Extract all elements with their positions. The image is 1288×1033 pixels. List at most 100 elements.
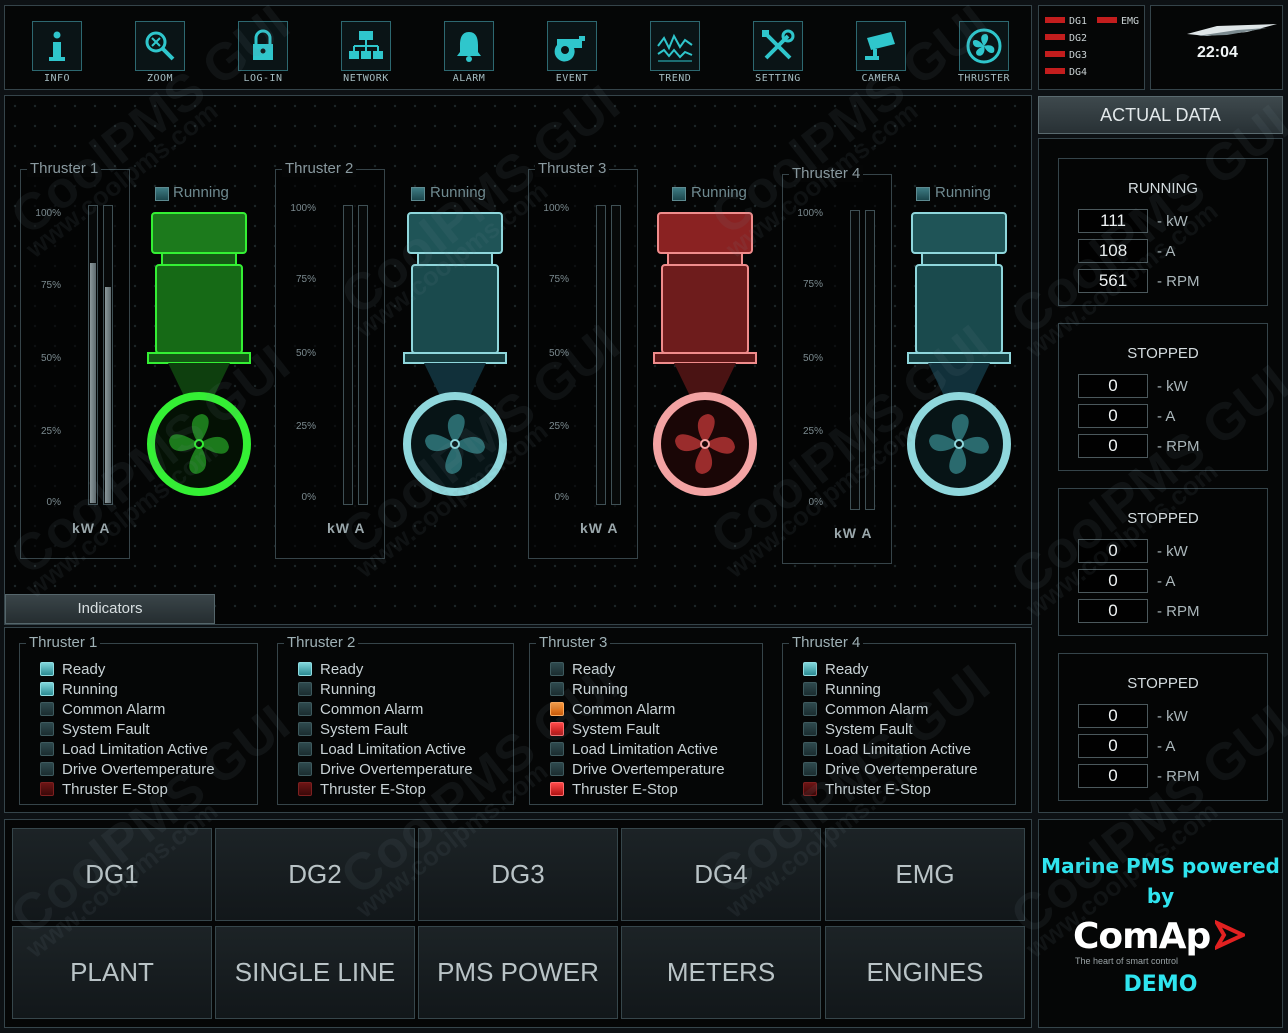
trend-button[interactable]: TREND <box>630 19 720 89</box>
indicator-label: Running <box>62 681 118 698</box>
indicator-row: Ready <box>803 661 868 679</box>
indicator-led <box>40 762 54 776</box>
indicator-row: Running <box>803 681 881 699</box>
indicator-label: Load Limitation Active <box>825 741 971 758</box>
alarm-button[interactable]: ALARM <box>424 19 514 89</box>
dg3-status-led <box>1045 51 1065 57</box>
thruster-3-a-bar <box>611 205 621 505</box>
tick-0: 0% <box>808 497 823 508</box>
indicator-label: Thruster E-Stop <box>320 781 426 798</box>
thruster-3-kw-bar <box>596 205 606 505</box>
nav-button-dg3[interactable]: DG3 <box>418 828 618 921</box>
tick-25: 25% <box>802 426 823 437</box>
tick-100: 100% <box>290 203 316 214</box>
fan-icon <box>959 21 1009 71</box>
indicator-row: Drive Overtemperature <box>550 761 725 779</box>
indicator-led <box>298 702 312 716</box>
nav-button-dg2[interactable]: DG2 <box>215 828 415 921</box>
tick-50: 50% <box>295 348 316 359</box>
thruster-2-units: kW A <box>327 520 366 536</box>
indicator-led <box>803 662 817 676</box>
tick-100: 100% <box>543 203 569 214</box>
indicator-label: Thruster E-Stop <box>572 781 678 798</box>
thruster-4-running-label: Running <box>935 184 991 201</box>
tick-50: 50% <box>548 348 569 359</box>
nav-button-single-line[interactable]: SINGLE LINE <box>215 926 415 1019</box>
indicator-row: Load Limitation Active <box>40 741 208 759</box>
indicator-led <box>803 762 817 776</box>
thruster-2-a-bar <box>358 205 368 505</box>
indicator-group-thruster-1: Thruster 1 Ready Running Common Alarm System… <box>19 634 258 805</box>
value-a: 0 <box>1078 734 1148 758</box>
indicator-led <box>298 762 312 776</box>
nav-button-engines[interactable]: ENGINES <box>825 926 1025 1019</box>
setting-button[interactable]: SETTING <box>733 19 823 89</box>
indicator-row: Thruster E-Stop <box>803 781 931 799</box>
unit-rpm: - RPM <box>1157 438 1200 455</box>
emg-status-led <box>1097 17 1117 23</box>
tick-0: 0% <box>46 497 61 508</box>
camera-button[interactable]: CAMERA <box>836 19 926 89</box>
indicators-tab[interactable]: Indicators <box>5 594 215 624</box>
camera-label: CAMERA <box>861 73 901 84</box>
value-a: 0 <box>1078 569 1148 593</box>
thruster-3-running-label: Running <box>691 184 747 201</box>
value-a: 108 <box>1078 239 1148 263</box>
nav-button-emg[interactable]: EMG <box>825 828 1025 921</box>
indicator-row: System Fault <box>803 721 913 739</box>
event-button[interactable]: EVENT <box>527 19 617 89</box>
indicator-label: System Fault <box>62 721 150 738</box>
indicator-led <box>803 742 817 756</box>
unit-a: - A <box>1157 738 1176 755</box>
thruster-2-title: Thruster 2 <box>282 160 357 177</box>
indicator-led <box>298 682 312 696</box>
thruster-4-title: Thruster 4 <box>789 165 864 182</box>
bell-icon <box>444 21 494 71</box>
tick-100: 100% <box>35 208 61 219</box>
indicator-group-thruster-3: Thruster 3 Ready Running Common Alarm System… <box>529 634 763 805</box>
indicator-row: Running <box>40 681 118 699</box>
indicator-group-thruster-2: Thruster 2 Ready Running Common Alarm System… <box>277 634 514 805</box>
nav-button-plant[interactable]: PLANT <box>12 926 212 1019</box>
indicator-label: Common Alarm <box>62 701 166 718</box>
indicator-group-thruster-4: Thruster 4 Ready Running Common Alarm System… <box>782 634 1016 805</box>
card-status: STOPPED <box>1127 345 1199 362</box>
thruster-4-a-bar <box>865 210 875 510</box>
value-a: 0 <box>1078 404 1148 428</box>
login-button[interactable]: LOG-IN <box>218 19 308 89</box>
indicator-label: Drive Overtemperature <box>62 761 215 778</box>
card-status: STOPPED <box>1127 510 1199 527</box>
unit-rpm: - RPM <box>1157 273 1200 290</box>
tick-0: 0% <box>301 492 316 503</box>
brand-panel: Marine PMS powered by ComAp The heart of… <box>1038 819 1283 1028</box>
nav-button-dg4[interactable]: DG4 <box>621 828 821 921</box>
zoom-icon <box>135 21 185 71</box>
info-label: INFO <box>43 73 71 84</box>
nav-button-dg1[interactable]: DG1 <box>12 828 212 921</box>
thruster-button[interactable]: THRUSTER <box>939 19 1029 89</box>
login-label: LOG-IN <box>243 73 283 84</box>
indicator-row: Thruster E-Stop <box>550 781 678 799</box>
tools-icon <box>753 21 803 71</box>
thruster-main-panel: Thruster 1 100% 75% 50% 25% 0% kW A Runn… <box>4 95 1032 625</box>
indicator-label: Running <box>572 681 628 698</box>
indicator-led <box>550 702 564 716</box>
info-icon <box>32 21 82 71</box>
indicator-row: Common Alarm <box>550 701 675 719</box>
zoom-button[interactable]: ZOOM <box>115 19 205 89</box>
thruster-1-gauge-box: Thruster 1 100% 75% 50% 25% 0% kW A <box>20 160 130 559</box>
thruster-1-kw-bar <box>88 205 98 505</box>
value-rpm: 0 <box>1078 764 1148 788</box>
thruster-3-units: kW A <box>580 520 619 536</box>
thruster-4-kw-bar <box>850 210 860 510</box>
nav-button-meters[interactable]: METERS <box>621 926 821 1019</box>
info-button[interactable]: INFO <box>12 19 102 89</box>
nav-button-pms-power[interactable]: PMS POWER <box>418 926 618 1019</box>
network-label: NETWORK <box>343 73 389 84</box>
network-button[interactable]: NETWORK <box>321 19 411 89</box>
thruster-3-graphic <box>653 212 757 496</box>
unit-rpm: - RPM <box>1157 768 1200 785</box>
thruster-1-a-fill <box>105 286 111 503</box>
dg1-status-led <box>1045 17 1065 23</box>
indicator-label: Common Alarm <box>320 701 424 718</box>
